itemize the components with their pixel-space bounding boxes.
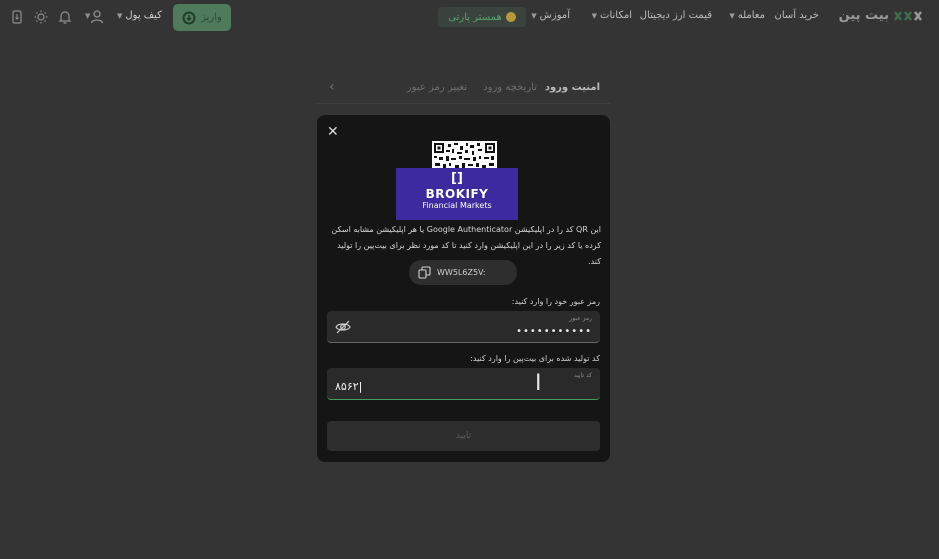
secret-code-box[interactable]: WW5L6Z5V: [409,260,517,285]
sun-icon[interactable] [33,9,49,25]
qr-pattern [434,143,495,168]
code-value-text: ۸۵۶۲ [335,380,359,393]
settings-tabs: امنیت ورود تاریخچه ورود تغییر رمز عبور ‹ [317,79,610,104]
close-icon[interactable]: ✕ [327,124,339,140]
tab-login-security[interactable]: امنیت ورود [545,82,600,93]
wallet-label: کیف پول [125,10,162,21]
partner-link[interactable]: همستر پارتی [438,7,526,27]
chevron-left-icon[interactable]: ‹ [329,79,335,95]
top-navbar: بیت پین خرید آسان معامله▼ قیمت ارز دیجیت… [0,0,939,36]
password-field[interactable]: رمز عبور ••••••••••• [327,311,600,343]
confirm-button[interactable]: تایید [327,421,600,451]
secret-code-text: WW5L6Z5V: [437,268,486,277]
deposit-label: واریز [201,12,222,23]
chevron-down-icon: ▼ [531,12,537,20]
nav-trade[interactable]: معامله▼ [729,10,765,21]
brand-name: بیت پین [838,8,889,23]
password-value: ••••••••••• [516,326,592,337]
qr-code-image [432,141,497,171]
nav-education[interactable]: آموزش▼ [531,10,570,21]
chevron-down-icon: ▼ [729,12,735,20]
deposit-icon [182,11,196,24]
password-field-label: رمز عبور خود را وارد کنید: [511,297,600,306]
verification-code-field[interactable]: کد تایید ۸۵۶۲| I [327,368,600,400]
two-factor-modal: ✕ [] BROKIFY Financial Markets این QR کد… [317,115,610,462]
eye-off-icon[interactable] [334,318,352,336]
code-field-label: کد تولید شده برای بیت‌پین را وارد کنید: [470,354,600,363]
nav-crypto-price[interactable]: قیمت ارز دیجیتال [640,10,712,21]
chevron-down-icon: ▼ [591,12,598,20]
brokify-subtitle: Financial Markets [422,201,492,210]
bell-icon[interactable] [57,9,73,25]
nav-features-label: امکانات [600,10,632,21]
chevron-down-icon: ▼ [117,12,123,20]
deposit-button[interactable]: واریز [173,4,231,31]
wallet-menu[interactable]: کیف پول▼ [117,10,162,21]
text-cursor-icon: I [535,371,542,396]
password-mini-label: رمز عبور [569,315,592,322]
brand-logo[interactable]: بیت پین [839,8,923,23]
brokify-watermark: [] BROKIFY Financial Markets [396,168,518,220]
nav-trade-label: معامله [737,10,765,21]
code-mini-label: کد تایید [573,372,592,379]
nav-education-label: آموزش [539,10,570,21]
copy-icon[interactable] [418,266,431,279]
code-value: ۸۵۶۲| [335,380,363,393]
tab-login-history[interactable]: تاریخچه ورود [483,82,537,93]
user-icon[interactable] [89,9,105,25]
app-download-icon[interactable] [9,9,25,25]
chevron-down-icon[interactable]: ▼ [85,12,90,20]
partner-label: همستر پارتی [448,11,502,23]
brokify-name: BROKIFY [425,187,489,201]
coin-icon [505,12,516,22]
nav-buy-easy[interactable]: خرید آسان [775,10,819,21]
tab-change-password[interactable]: تغییر رمز عبور [407,82,467,93]
brokify-logo-icon: [] [451,171,463,186]
logo-icon [894,10,922,21]
nav-features[interactable]: امکانات▼ [592,10,632,21]
